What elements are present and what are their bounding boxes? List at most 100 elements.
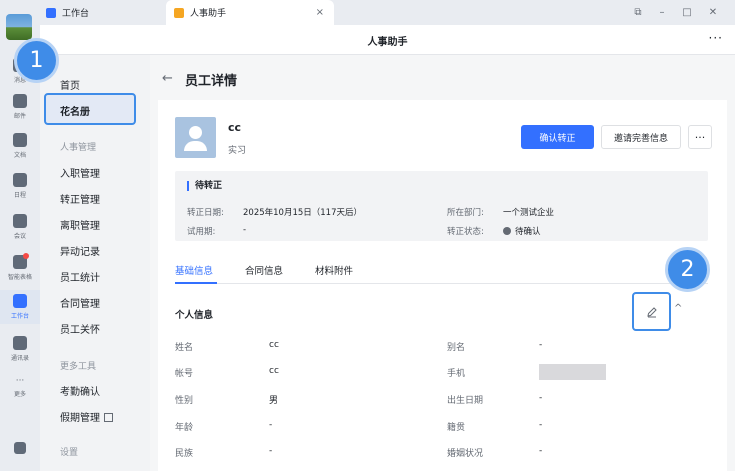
back-arrow-icon[interactable]: ← [162,71,173,86]
department-value: 一个测试企业 [503,208,555,218]
notification-dot [23,253,29,259]
rail-item-contacts[interactable]: 通讯录 [0,336,40,362]
field-label: 年龄 [175,423,194,433]
pencil-icon [646,306,657,317]
field-value: - [539,393,543,403]
rail-item-mail[interactable]: 邮件 [0,94,40,120]
app-title: 人事助手 [367,37,408,48]
field-value: - [269,420,273,430]
employee-status: 实习 [228,146,247,156]
pending-icon [503,227,511,235]
edit-personal-info-button[interactable] [632,292,671,331]
main-content: ← 员工详情 cc 实习 确认转正 邀请完善信息 ··· 待转正 转正日期: 2… [150,55,735,471]
rail-item-calendar[interactable]: 日程 [0,173,40,199]
calendar-icon [13,173,27,187]
personal-info-title: 个人信息 [175,310,214,321]
app-title-bar: 人事助手 ··· [40,25,735,55]
tab-workbench[interactable]: 工作台 [46,0,166,25]
department-label: 所在部门: [447,208,484,218]
regularization-date-value: 2025年10月15日（117天后） [243,208,362,218]
field-value: 男 [269,396,279,406]
field-label: 姓名 [175,343,194,353]
field-label: 手机 [447,369,466,379]
probation-value: - [243,225,247,235]
rail-item-apps[interactable] [0,442,40,454]
user-avatar[interactable] [6,14,32,40]
sidebar-item-offboarding[interactable]: 离职管理 [60,217,100,232]
field-value: - [539,446,543,456]
meeting-icon [13,214,27,228]
field-label: 婚姻状况 [447,449,484,459]
active-tab-underline [175,282,217,284]
confirm-regularization-button[interactable]: 确认转正 [521,125,594,149]
sidebar-item-stats[interactable]: 员工统计 [60,269,100,284]
sidebar-item-regularization[interactable]: 转正管理 [60,191,100,206]
field-label: 性别 [175,396,194,406]
sidebar-item-onboarding[interactable]: 入职管理 [60,165,100,180]
rail-item-workbench[interactable]: 工作台 [0,290,40,324]
rail-item-meeting[interactable]: 会议 [0,214,40,240]
sidebar-item-home[interactable]: 首页 [60,77,80,92]
rail-item-smart-sheet[interactable]: 智能表格 [0,253,40,281]
masked-phone-value [539,364,606,380]
sidebar-item-attendance[interactable]: 考勤确认 [60,383,100,398]
sidebar-item-roster[interactable]: 花名册 [44,93,136,125]
probation-label: 试用期: [187,227,216,237]
contacts-icon [13,336,27,350]
field-label: 出生日期 [447,396,484,406]
tab-bar: 工作台 人事助手 × ⧉ – □ ✕ [40,0,735,25]
hr-assistant-tab-icon [174,7,184,18]
sidebar-group-tools: 更多工具 [60,362,97,372]
module-sidebar: 首页 花名册 人事管理 入职管理 转正管理 离职管理 异动记录 员工统计 合同管… [40,55,150,471]
field-value: - [269,446,273,456]
field-label: 民族 [175,449,194,459]
invite-complete-info-button[interactable]: 邀请完善信息 [601,125,681,149]
field-label: 别名 [447,343,466,353]
apps-icon [14,442,26,454]
field-value: cc [269,366,279,376]
workbench-icon [13,294,27,308]
doc-icon [13,133,27,147]
mail-icon [13,94,27,108]
close-tab-icon[interactable]: × [316,7,324,18]
sidebar-group-hr: 人事管理 [60,143,97,153]
sidebar-item-changes[interactable]: 异动记录 [60,243,100,258]
employee-name: cc [228,121,242,134]
page-title: 员工详情 [185,74,238,89]
pin-window-icon[interactable]: ⧉ [628,0,648,25]
sidebar-item-leave[interactable]: 假期管理 [60,409,113,424]
regularization-status-value: 待确认 [503,225,541,237]
detail-tabs: 基础信息 合同信息 材料附件 [175,258,708,284]
field-value: - [539,340,543,350]
rail-item-more[interactable]: ··· 更多 [0,376,40,398]
tab-contract-info[interactable]: 合同信息 [245,263,283,277]
employee-card: cc 实习 确认转正 邀请完善信息 ··· 待转正 转正日期: 2025年10月… [158,100,727,471]
field-value: cc [269,340,279,350]
close-window-icon[interactable]: ✕ [703,0,723,25]
step-callout-2: 2 [665,247,710,292]
field-label: 帐号 [175,369,194,379]
rail-item-docs[interactable]: 文档 [0,133,40,159]
collapse-chevron-icon[interactable]: ^ [674,303,682,314]
sidebar-item-contracts[interactable]: 合同管理 [60,295,100,310]
workbench-tab-icon [46,7,56,18]
employee-avatar-icon [175,117,216,158]
field-value: - [539,420,543,430]
maximize-window-icon[interactable]: □ [677,0,697,25]
regularization-date-label: 转正日期: [187,208,224,218]
regularization-panel-title: 待转正 [187,181,222,191]
minimize-window-icon[interactable]: – [652,0,672,25]
more-actions-button[interactable]: ··· [688,125,712,149]
tab-hr-assistant[interactable]: 人事助手 × [166,0,334,25]
tab-attachments[interactable]: 材料附件 [315,263,353,277]
regularization-status-label: 转正状态: [447,227,484,237]
step-callout-1: 1 [14,38,59,83]
more-icon: ··· [15,376,25,386]
sidebar-item-care[interactable]: 员工关怀 [60,321,100,336]
tab-basic-info[interactable]: 基础信息 [175,263,213,277]
regularization-panel: 待转正 转正日期: 2025年10月15日（117天后） 试用期: - 所在部门… [175,171,708,241]
external-link-icon [104,413,113,422]
more-options-icon[interactable]: ··· [709,31,723,45]
sidebar-group-settings: 设置 [60,448,79,458]
field-label: 籍贯 [447,423,466,433]
